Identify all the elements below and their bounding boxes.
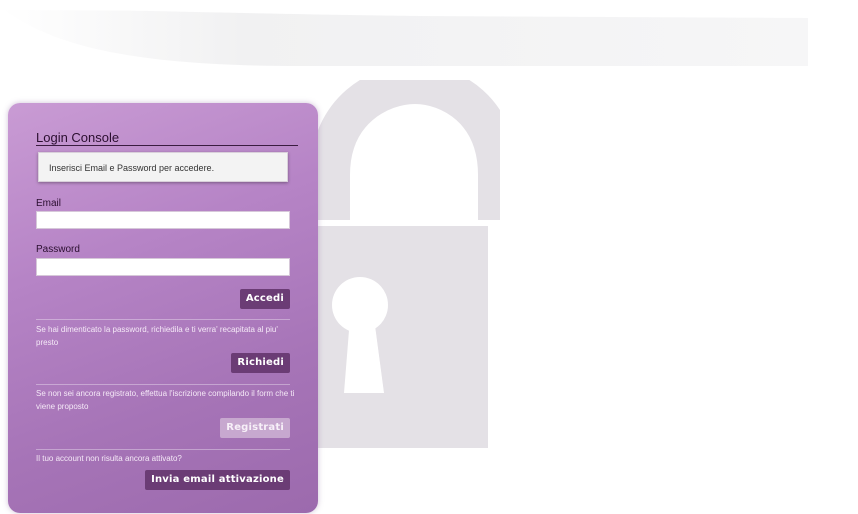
- section-divider: [36, 384, 290, 385]
- login-panel: Login Console Inserisci Email e Password…: [8, 103, 318, 513]
- password-label: Password: [36, 244, 80, 255]
- section-divider: [36, 449, 290, 450]
- register-text: Se non sei ancora registrato, effettua l…: [36, 389, 295, 411]
- section-divider: [36, 319, 290, 320]
- register-button[interactable]: Registrati: [220, 418, 290, 438]
- title-divider: [36, 145, 298, 146]
- email-label: Email: [36, 198, 62, 209]
- padlock-icon: [300, 80, 500, 448]
- login-notice: Inserisci Email e Password per accedere.: [38, 152, 288, 182]
- header-swoosh: [0, 4, 858, 66]
- password-field[interactable]: [36, 258, 290, 276]
- send-activation-button[interactable]: Invia email attivazione: [145, 470, 290, 490]
- login-button[interactable]: Accedi: [239, 289, 290, 309]
- login-title: Login Console: [36, 130, 120, 145]
- activation-text: Il tuo account non risulta ancora attiva…: [36, 454, 182, 463]
- request-password-button[interactable]: Richiedi: [231, 353, 290, 373]
- email-field[interactable]: [36, 211, 290, 229]
- forgot-password-text: Se hai dimenticato la password, richiedi…: [36, 325, 278, 347]
